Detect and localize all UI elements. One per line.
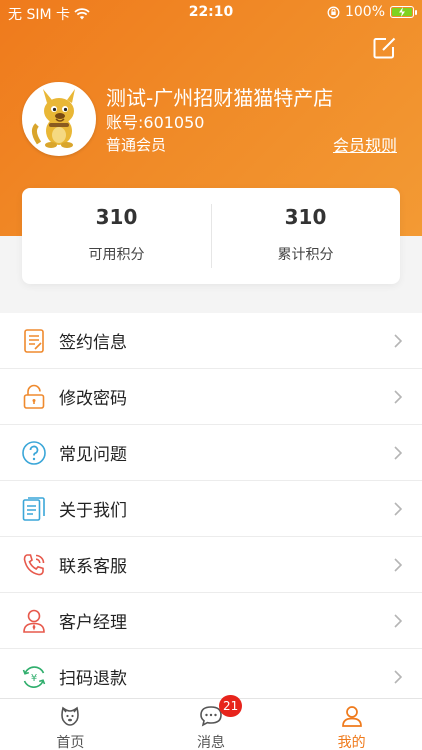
- menu-item-account-manager[interactable]: 客户经理: [0, 593, 422, 649]
- menu-item-about-us[interactable]: 关于我们: [0, 481, 422, 537]
- battery-icon: [390, 6, 417, 18]
- menu-item-label: 常见问题: [59, 445, 127, 465]
- chevron-right-icon: [394, 502, 402, 516]
- chevron-right-icon: [394, 390, 402, 404]
- battery-percent: 100%: [344, 4, 385, 20]
- message-count-badge: 21: [219, 695, 243, 717]
- menu-item-contract-info[interactable]: 签约信息: [0, 313, 422, 369]
- member-level: 普通会员: [106, 136, 167, 154]
- tab-messages[interactable]: 21 消息: [141, 695, 282, 750]
- chevron-right-icon: [394, 334, 402, 348]
- tab-mine[interactable]: 我的: [281, 699, 422, 750]
- question-icon: [22, 441, 46, 465]
- manager-icon: [23, 609, 45, 633]
- chevron-right-icon: [394, 614, 402, 628]
- lock-icon: [23, 384, 45, 409]
- tab-home[interactable]: 首页: [0, 699, 141, 750]
- chevron-right-icon: [394, 446, 402, 460]
- status-bar: 无 SIM 卡 22:10 100%: [0, 0, 422, 26]
- menu-item-label: 扫码退款: [59, 669, 127, 689]
- menu-item-label: 关于我们: [59, 501, 127, 521]
- total-points-value: 310: [284, 205, 327, 229]
- menu-item-change-password[interactable]: 修改密码: [0, 369, 422, 425]
- settings-menu: 签约信息 修改密码 常见问题 关于我们 联系客服 客户经理 ¥ 扫码退款: [0, 313, 422, 705]
- chevron-right-icon: [394, 558, 402, 572]
- member-rules-link[interactable]: 会员规则: [333, 132, 397, 156]
- total-points-label: 累计积分: [277, 247, 334, 263]
- menu-item-label: 修改密码: [59, 389, 127, 409]
- document-icon: [22, 497, 45, 521]
- available-points-label: 可用积分: [88, 247, 145, 263]
- profile-icon: [341, 706, 362, 727]
- avatar[interactable]: [22, 82, 96, 156]
- menu-item-scan-refund[interactable]: ¥ 扫码退款: [0, 649, 422, 705]
- kangaroo-mascot-icon: [25, 85, 93, 153]
- refund-icon: ¥: [22, 666, 46, 688]
- home-icon: [61, 706, 80, 726]
- menu-item-faq[interactable]: 常见问题: [0, 425, 422, 481]
- total-points[interactable]: 310 累计积分: [211, 188, 400, 284]
- menu-item-contact-service[interactable]: 联系客服: [0, 537, 422, 593]
- tab-label: 首页: [56, 735, 85, 750]
- edit-icon[interactable]: [372, 36, 398, 60]
- menu-item-label: 联系客服: [59, 557, 127, 577]
- points-card: 310 可用积分 310 累计积分: [22, 188, 400, 284]
- available-points[interactable]: 310 可用积分: [22, 188, 211, 284]
- orientation-lock-icon: [327, 6, 340, 18]
- store-name: 测试-广州招财猫猫特产店: [106, 86, 334, 110]
- tab-label: 我的: [337, 735, 366, 750]
- menu-item-label: 客户经理: [59, 613, 127, 633]
- available-points-value: 310: [95, 205, 138, 229]
- menu-item-label: 签约信息: [59, 333, 127, 353]
- chevron-right-icon: [394, 670, 402, 684]
- svg-text:¥: ¥: [31, 673, 37, 684]
- phone-icon: [23, 554, 45, 576]
- account-number: 账号:601050: [106, 113, 205, 132]
- tab-bar: 首页 21 消息 我的: [0, 695, 422, 750]
- contract-icon: [24, 329, 44, 353]
- tab-label: 消息: [197, 735, 225, 750]
